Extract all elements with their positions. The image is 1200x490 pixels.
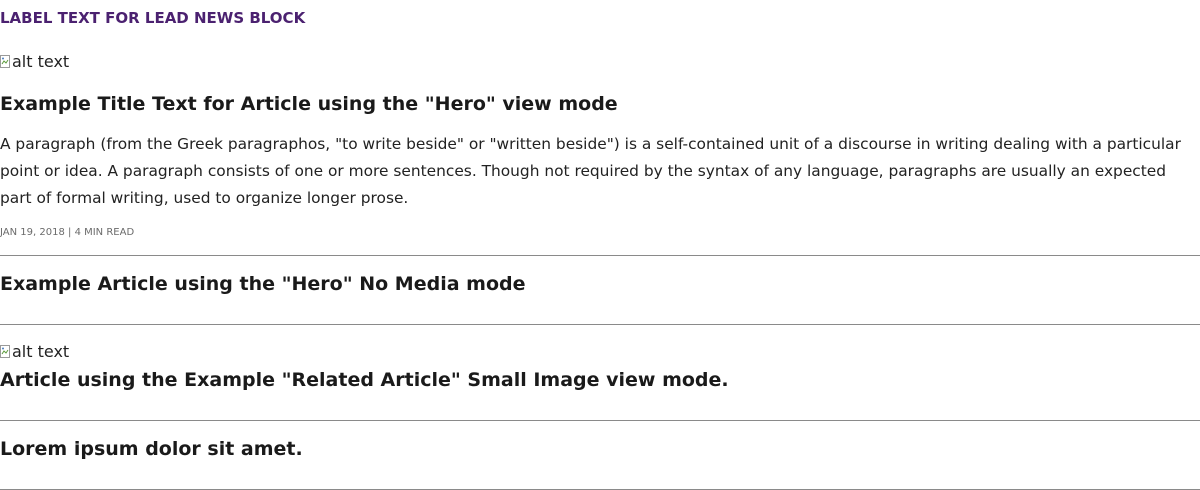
hero-article-title[interactable]: Example Title Text for Article using the… — [0, 91, 618, 117]
divider — [0, 324, 1200, 325]
related-article-title[interactable]: Article using the Example "Related Artic… — [0, 367, 729, 393]
hero-image[interactable]: alt text — [0, 52, 69, 72]
hero-article-meta: JAN 19, 2018 | 4 MIN READ — [0, 225, 134, 241]
related-article-image[interactable]: alt text — [0, 342, 69, 362]
broken-image-icon — [0, 345, 10, 359]
hero-article-read-time: 4 MIN READ — [74, 227, 135, 238]
plain-article-title[interactable]: Lorem ipsum dolor sit amet. — [0, 436, 303, 462]
related-article-image-alt: alt text — [12, 342, 70, 361]
hero-no-media-title[interactable]: Example Article using the "Hero" No Medi… — [0, 271, 526, 297]
block-label: LABEL TEXT FOR LEAD NEWS BLOCK — [0, 9, 306, 27]
hero-article-paragraph: A paragraph (from the Greek paragraphos,… — [0, 135, 1181, 207]
divider — [0, 255, 1200, 256]
broken-image-icon — [0, 55, 10, 69]
meta-separator: | — [68, 227, 72, 238]
hero-image-alt: alt text — [12, 52, 70, 71]
hero-article-date: JAN 19, 2018 — [0, 227, 65, 238]
divider — [0, 420, 1200, 421]
